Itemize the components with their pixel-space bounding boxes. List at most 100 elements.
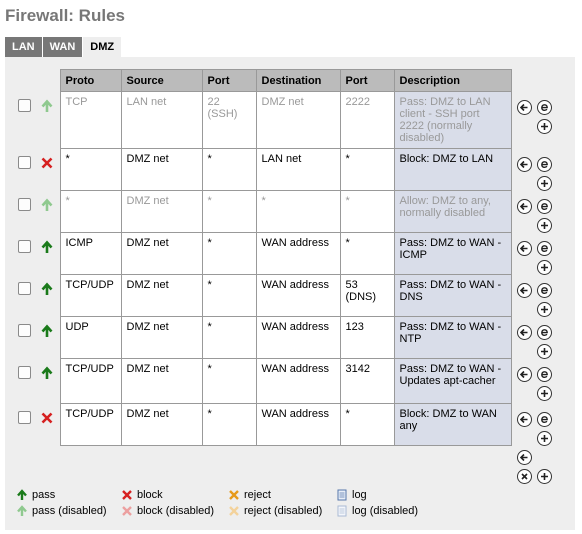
rule-source[interactable]: LAN net (120, 91, 203, 149)
legend-pass-disabled-label: pass (disabled) (32, 505, 107, 517)
edit-rule-button[interactable] (537, 366, 552, 382)
table-row[interactable]: * DMZ net * LAN net * Block: DMZ to LAN (13, 148, 512, 191)
block-icon (41, 412, 53, 423)
rule-proto[interactable]: TCP (59, 91, 122, 149)
table-row[interactable]: TCP/UDP DMZ net * WAN address * Block: DMZ to… (13, 403, 512, 446)
table-row[interactable]: TCP/UDP DMZ net * WAN address 53 (DNS) Pass: … (13, 274, 512, 317)
rule-source[interactable]: DMZ net (120, 232, 203, 275)
move-selected-here-button[interactable] (517, 450, 532, 465)
rule-destination-port[interactable]: 123 (339, 316, 395, 359)
rule-source-port[interactable]: * (201, 358, 257, 404)
rule-destination[interactable]: LAN net (255, 148, 341, 191)
rule-destination-port[interactable]: 3142 (339, 358, 395, 404)
edit-icon (541, 160, 548, 168)
rule-source-port[interactable]: 22 (SSH) (201, 91, 257, 149)
reject-icon (229, 490, 239, 500)
rule-proto[interactable]: TCP/UDP (59, 403, 122, 446)
rule-destination[interactable]: WAN address (255, 403, 341, 446)
rule-controls (517, 153, 557, 191)
move-rule-button[interactable] (517, 99, 532, 115)
add-rule-button[interactable] (537, 217, 552, 233)
table-row[interactable]: TCP LAN net 22 (SSH) DMZ net 2222 Pass: DMZ t… (13, 91, 512, 149)
add-rule-button[interactable] (537, 430, 552, 446)
add-rule-button[interactable] (537, 259, 552, 275)
move-rule-button[interactable] (517, 198, 532, 214)
rule-destination[interactable]: * (255, 190, 341, 233)
move-rule-button[interactable] (517, 366, 532, 382)
rule-destination-port[interactable]: * (339, 232, 395, 275)
add-rule-bottom-button[interactable] (537, 469, 552, 484)
rule-destination-port[interactable]: * (339, 403, 395, 446)
edit-rule-button[interactable] (537, 99, 552, 115)
tab-dmz[interactable]: DMZ (83, 37, 122, 57)
rule-destination[interactable]: WAN address (255, 316, 341, 359)
add-rule-button[interactable] (537, 175, 552, 191)
move-rule-button[interactable] (517, 156, 532, 172)
rule-source[interactable]: DMZ net (120, 190, 203, 233)
table-row[interactable]: TCP/UDP DMZ net * WAN address 3142 Pass: DMZ … (13, 358, 512, 404)
table-row[interactable]: * DMZ net * * * Allow: DMZ to any, normally d… (13, 190, 512, 233)
rule-source[interactable]: DMZ net (120, 358, 203, 404)
rule-select-checkbox[interactable] (18, 156, 31, 169)
rule-source-port[interactable]: * (201, 403, 257, 446)
rule-select-checkbox[interactable] (18, 99, 31, 112)
rule-destination-port[interactable]: 2222 (339, 91, 395, 149)
rule-description[interactable]: Pass: DMZ to WAN - DNS (393, 274, 512, 317)
rule-description[interactable]: Pass: DMZ to WAN - ICMP (393, 232, 512, 275)
add-rule-button[interactable] (537, 118, 552, 134)
rule-destination[interactable]: WAN address (255, 358, 341, 404)
rule-select-checkbox[interactable] (18, 198, 31, 211)
rule-description[interactable]: Block: DMZ to LAN (393, 148, 512, 191)
edit-rule-button[interactable] (537, 324, 552, 340)
rule-destination[interactable]: WAN address (255, 274, 341, 317)
rule-source[interactable]: DMZ net (120, 316, 203, 359)
rule-proto[interactable]: ICMP (59, 232, 122, 275)
move-rule-button[interactable] (517, 282, 532, 298)
rule-select-checkbox[interactable] (18, 366, 31, 379)
table-row[interactable]: UDP DMZ net * WAN address 123 Pass: DMZ to WA… (13, 316, 512, 359)
rule-source-port[interactable]: * (201, 232, 257, 275)
add-rule-button[interactable] (537, 301, 552, 317)
rule-destination[interactable]: WAN address (255, 232, 341, 275)
rule-select-checkbox[interactable] (18, 411, 31, 424)
move-rule-button[interactable] (517, 324, 532, 340)
rule-description[interactable]: Pass: DMZ to WAN - NTP (393, 316, 512, 359)
rule-source-port[interactable]: * (201, 274, 257, 317)
rule-select-checkbox[interactable] (18, 282, 31, 295)
add-rule-button[interactable] (537, 343, 552, 359)
rule-source[interactable]: DMZ net (120, 148, 203, 191)
rule-description[interactable]: Block: DMZ to WAN any (393, 403, 512, 446)
rule-proto[interactable]: TCP/UDP (59, 358, 122, 404)
rule-proto[interactable]: UDP (59, 316, 122, 359)
rule-destination-port[interactable]: * (339, 148, 395, 191)
edit-rule-button[interactable] (537, 282, 552, 298)
table-row[interactable]: ICMP DMZ net * WAN address * Pass: DMZ to WAN… (13, 232, 512, 275)
rule-proto[interactable]: * (59, 190, 122, 233)
log-icon (337, 489, 347, 501)
add-rule-button[interactable] (537, 385, 552, 401)
rule-source-port[interactable]: * (201, 190, 257, 233)
rule-description[interactable]: Allow: DMZ to any, normally disabled (393, 190, 512, 233)
rule-description[interactable]: Pass: DMZ to WAN - Updates apt-cacher (393, 358, 512, 404)
edit-rule-button[interactable] (537, 156, 552, 172)
rule-destination-port[interactable]: * (339, 190, 395, 233)
move-rule-button[interactable] (517, 240, 532, 256)
edit-rule-button[interactable] (537, 240, 552, 256)
rule-source[interactable]: DMZ net (120, 274, 203, 317)
move-rule-button[interactable] (517, 411, 532, 427)
rule-proto[interactable]: TCP/UDP (59, 274, 122, 317)
rule-destination[interactable]: DMZ net (255, 91, 341, 149)
rule-source[interactable]: DMZ net (120, 403, 203, 446)
rule-proto[interactable]: * (59, 148, 122, 191)
rule-source-port[interactable]: * (201, 316, 257, 359)
tab-lan[interactable]: LAN (5, 37, 42, 57)
rule-select-checkbox[interactable] (18, 240, 31, 253)
rule-source-port[interactable]: * (201, 148, 257, 191)
edit-rule-button[interactable] (537, 198, 552, 214)
tab-wan[interactable]: WAN (42, 37, 83, 57)
rule-select-checkbox[interactable] (18, 324, 31, 337)
edit-rule-button[interactable] (537, 411, 552, 427)
rule-description[interactable]: Pass: DMZ to LAN client - SSH port 2222 … (393, 91, 512, 149)
rule-destination-port[interactable]: 53 (DNS) (339, 274, 395, 317)
delete-selected-button[interactable] (517, 469, 532, 484)
